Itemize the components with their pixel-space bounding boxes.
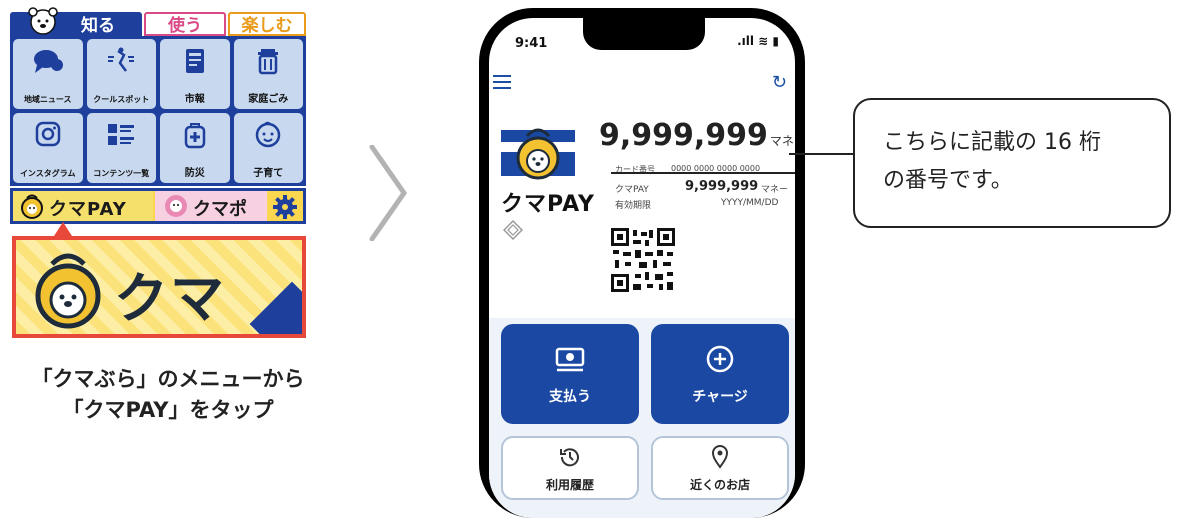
callout-line-2: の番号です。 — [883, 168, 1013, 193]
refresh-icon[interactable]: ↻ — [772, 72, 787, 93]
banner-wordmark: クマPAY — [114, 267, 228, 334]
flower-bear-icon — [165, 195, 187, 217]
tab-enjoy[interactable]: 楽しむ — [228, 12, 306, 36]
history-clock-icon — [560, 448, 579, 467]
expiry-label: 有効期限 — [615, 201, 652, 211]
pay-unit: マネー — [761, 185, 789, 195]
tile-label: 地域ニュース — [23, 95, 72, 104]
plus-circle-icon — [706, 345, 734, 373]
tile-cool-spot[interactable]: クールスポット — [86, 39, 156, 109]
city-bulletin-icon — [185, 49, 204, 73]
wallet-content: クマPAY 9,999,999マネー カード番号 0000 0000 0000 … — [489, 108, 795, 518]
app-menu-illustration: 知る 使う 楽しむ 地域ニュース クールスポット 市報 家庭ごみ インスタグラム… — [10, 7, 306, 422]
tile-label: 市報 — [184, 94, 205, 105]
nearby-stores-button[interactable]: 近くのお店 — [651, 436, 789, 500]
purse-bear-icon — [21, 194, 43, 219]
list-icon — [108, 124, 135, 145]
tile-label: インスタグラム — [19, 169, 76, 178]
charge-button[interactable]: チャージ — [651, 324, 789, 424]
expiry-value: YYYY/MM/DD — [721, 198, 779, 208]
pay-label: クマPAY — [615, 185, 649, 195]
trash-icon — [258, 49, 279, 75]
pay-button[interactable]: 支払う — [501, 324, 639, 424]
map-pin-icon — [711, 445, 729, 469]
history-button-label: 利用履歴 — [545, 478, 594, 492]
menu-tabs: 知る 使う 楽しむ — [10, 7, 306, 38]
callout-line-1: こちらに記載の 16 桁 — [883, 130, 1101, 155]
balance-unit: マネー — [769, 134, 795, 148]
money-balance: 9,999,999マネー — [599, 118, 795, 153]
hamburger-menu-icon[interactable] — [493, 74, 511, 90]
instagram-icon — [35, 121, 60, 147]
tile-household-trash[interactable]: 家庭ごみ — [233, 39, 303, 109]
phone-screen: 9:41 .ıll ≋ ▮ ↻ クマPAY 9,999,999マネー — [489, 18, 795, 518]
tile-label: 子育て — [253, 168, 284, 179]
history-button[interactable]: 利用履歴 — [501, 436, 639, 500]
kuma-pay-label: クマPAY — [49, 199, 127, 220]
tile-label: 家庭ごみ — [248, 94, 289, 105]
balance-amount: 9,999,999 — [599, 118, 768, 153]
bottom-bar: クマPAY クマポ — [10, 188, 306, 224]
tap-pointer — [54, 222, 72, 236]
tile-label: コンテンツ一覧 — [93, 169, 150, 178]
settings-gear-icon[interactable] — [271, 193, 299, 221]
kuma-pay-banner[interactable]: クマPAY — [12, 236, 306, 338]
nearby-stores-button-label: 近くのお店 — [689, 478, 750, 492]
kuma-pay-logo-icon — [501, 128, 575, 180]
tile-instagram[interactable]: インスタグラム — [13, 113, 83, 183]
purse-bear-logo-icon — [35, 253, 101, 329]
baby-icon — [256, 121, 281, 148]
pay-button-label: 支払う — [549, 389, 591, 405]
chevron-right-icon — [369, 145, 408, 241]
menu-grid: 地域ニュース クールスポット 市報 家庭ごみ インスタグラム コンテンツ一覧 防… — [10, 36, 306, 186]
diamond-icon — [503, 220, 523, 240]
bear-mascot-icon — [28, 7, 58, 35]
status-icons: .ıll ≋ ▮ — [737, 34, 779, 48]
tile-label: 防災 — [184, 168, 205, 179]
pay-value: 9,999,999 — [685, 179, 759, 194]
logo-wordmark: クマPAY — [501, 192, 595, 217]
expiry-row: 有効期限 YYYY/MM/DD — [615, 198, 778, 211]
tile-content-list[interactable]: コンテンツ一覧 — [86, 113, 156, 183]
tile-local-news[interactable]: 地域ニュース — [13, 39, 83, 109]
pay-balance-row: クマPAY 9,999,999 マネー — [615, 179, 788, 195]
cool-spot-icon — [108, 47, 135, 72]
disaster-prevention-icon — [184, 123, 205, 149]
charge-button-label: チャージ — [692, 389, 748, 405]
card-number-callout: こちらに記載の 16 桁 の番号です。 — [853, 98, 1171, 228]
card-number-underline — [611, 172, 795, 174]
wallet-card: クマPAY 9,999,999マネー カード番号 0000 0000 0000 … — [489, 108, 795, 318]
kuma-pay-menu-button[interactable]: クマPAY — [13, 191, 153, 221]
caption-line-2: 「クマPAY」をタップ — [62, 398, 274, 422]
kuma-points-button[interactable]: クマポ — [155, 191, 267, 221]
instruction-caption: 「クマぶら」のメニューから 「クマPAY」をタップ — [10, 364, 326, 426]
kuma-points-label: クマポ — [193, 199, 247, 220]
qr-code — [611, 228, 675, 292]
phone-mockup: 9:41 .ıll ≋ ▮ ↻ クマPAY 9,999,999マネー — [479, 8, 805, 518]
callout-leader-line — [789, 153, 857, 155]
tile-disaster-prevention[interactable]: 防災 — [160, 113, 230, 183]
tab-use[interactable]: 使う — [144, 12, 226, 36]
caption-line-1: 「クマぶら」のメニューから — [31, 367, 305, 391]
cash-icon — [555, 347, 585, 372]
news-bubble-icon — [33, 50, 63, 73]
status-time: 9:41 — [515, 36, 548, 51]
tile-child-rearing[interactable]: 子育て — [233, 113, 303, 183]
phone-notch — [583, 18, 705, 50]
tile-label: クールスポット — [93, 95, 150, 104]
tile-city-bulletin[interactable]: 市報 — [160, 39, 230, 109]
